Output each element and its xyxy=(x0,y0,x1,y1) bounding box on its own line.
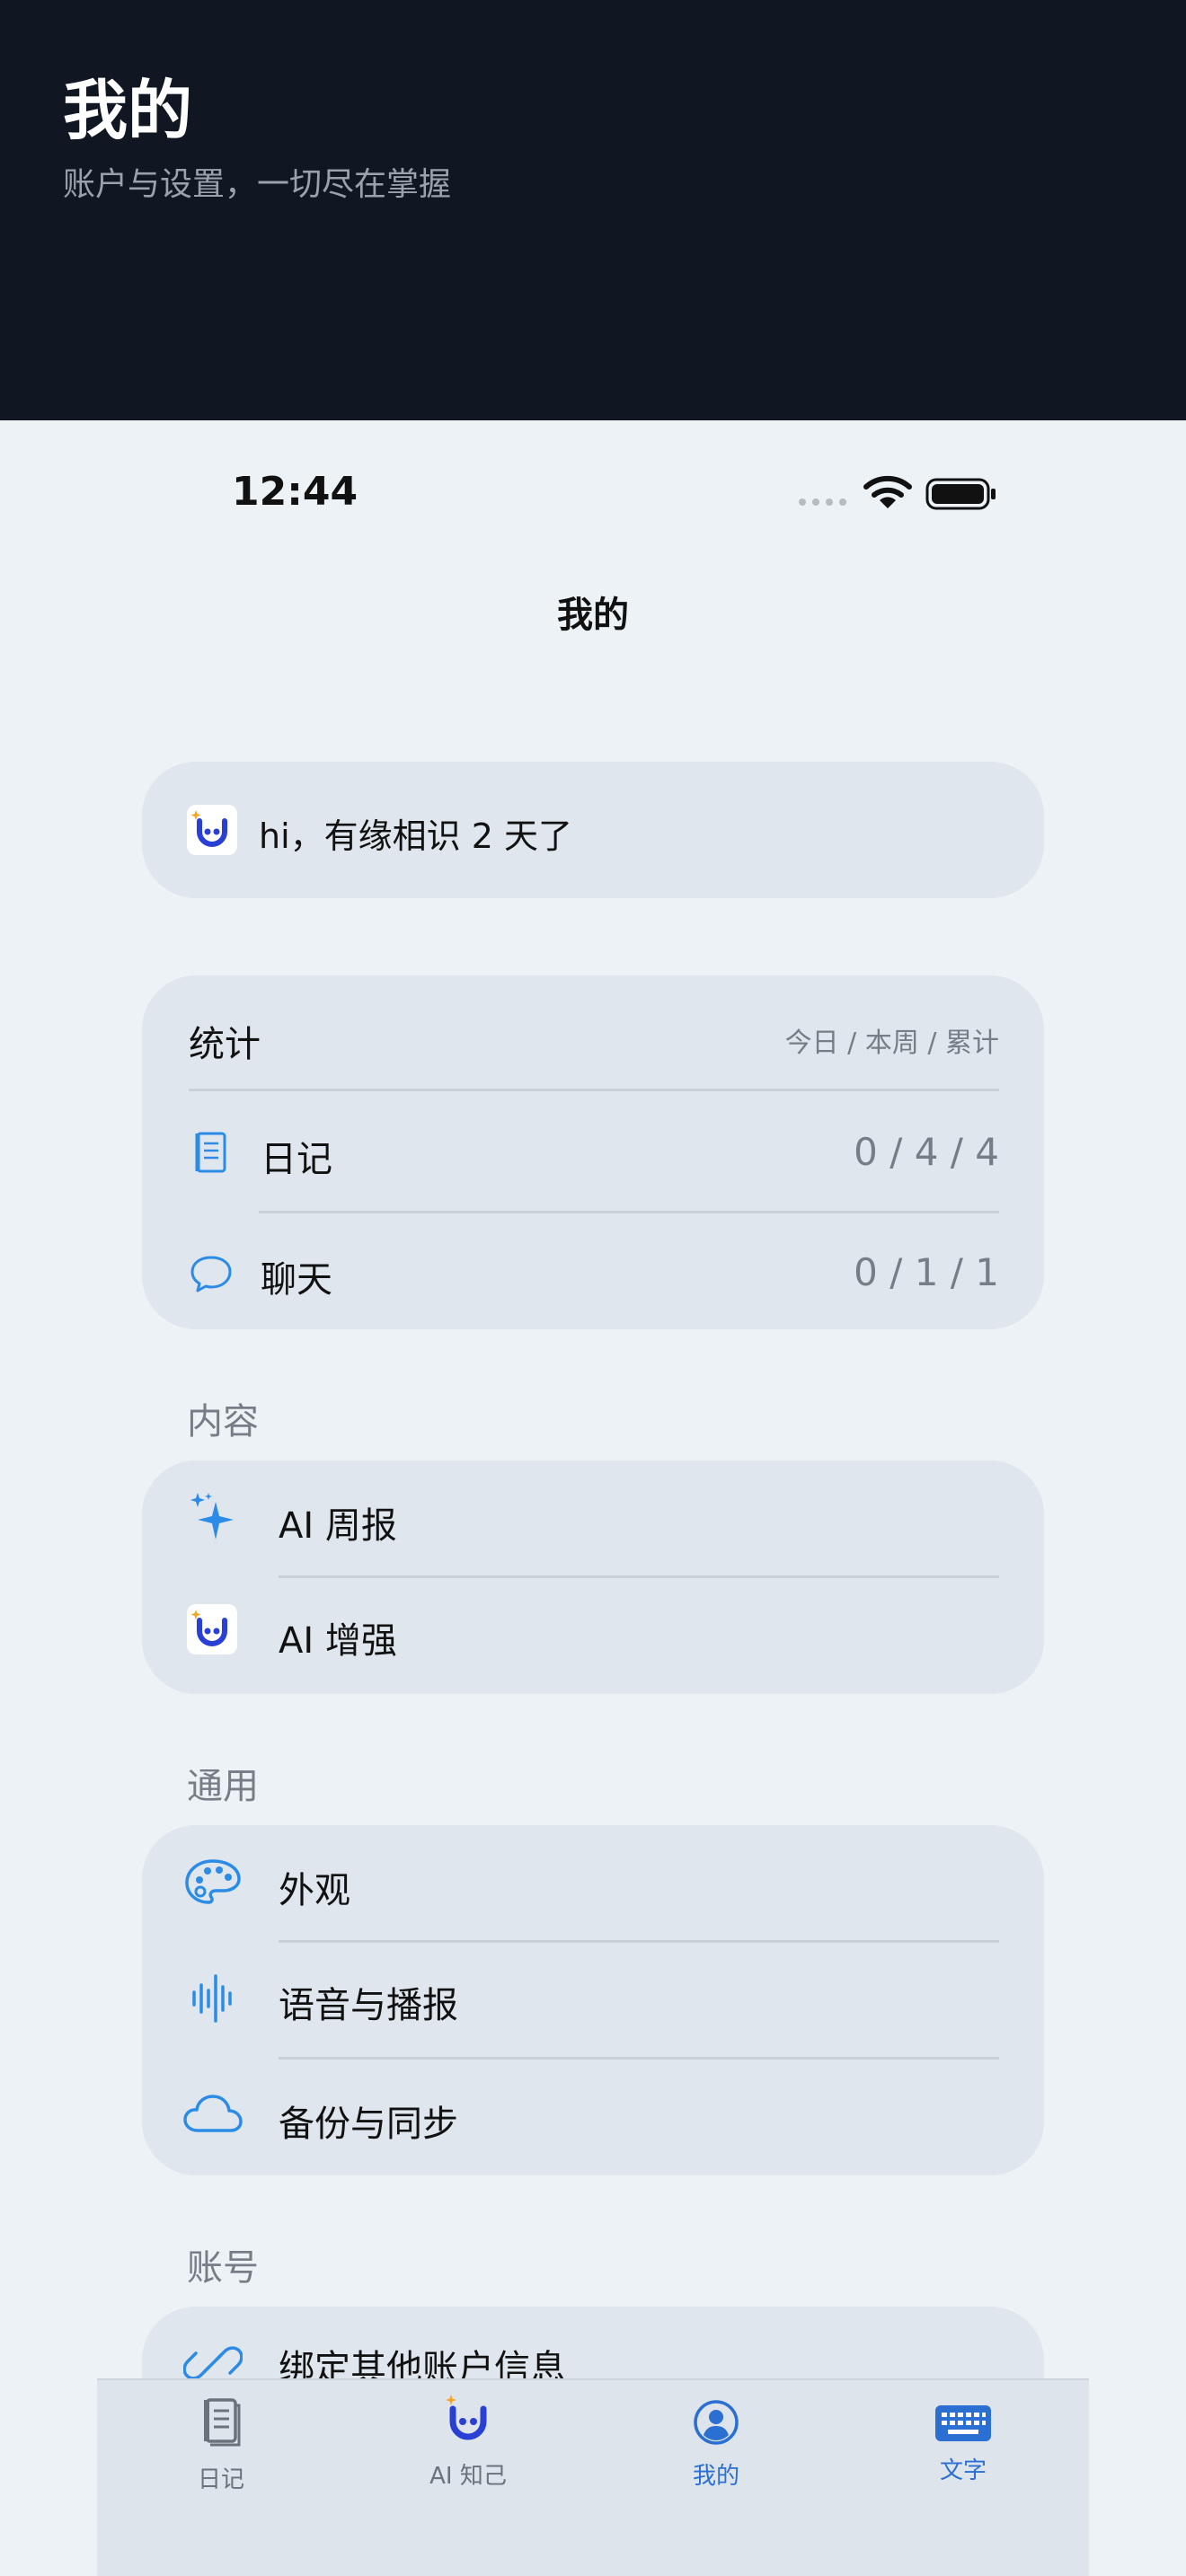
tab-ai-friend[interactable]: AI 知己 xyxy=(378,2380,558,2515)
sparkle-icon xyxy=(190,1493,234,1539)
list-item-appearance[interactable]: 外观 xyxy=(142,1825,1044,1940)
wifi-icon xyxy=(863,475,912,508)
item-label: 备份与同步 xyxy=(279,2104,458,2145)
content-card: AI 周报 AI 增强 xyxy=(142,1460,1044,1694)
tab-mine[interactable]: 我的 xyxy=(626,2380,806,2515)
stats-title: 统计 xyxy=(189,1024,261,1065)
chat-bubble-icon xyxy=(190,1256,232,1292)
item-label: AI 增强 xyxy=(279,1620,397,1662)
stat-label-chat: 聊天 xyxy=(261,1259,332,1301)
keyboard-icon xyxy=(935,2405,991,2441)
smiley-logo-icon xyxy=(187,1604,237,1654)
waveform-icon xyxy=(192,1974,232,2023)
stat-value-chat: 0 / 1 / 1 xyxy=(854,1250,999,1294)
notebook-icon xyxy=(195,1132,226,1173)
hero-subtitle: 账户与设置，一切尽在掌握 xyxy=(63,166,452,203)
signal-dots-icon xyxy=(799,498,846,506)
tab-label: AI 知己 xyxy=(429,2463,507,2490)
greeting-card: hi，有缘相识 2 天了 xyxy=(142,762,1044,898)
notebook-icon xyxy=(204,2398,241,2447)
tab-bar: 日记 AI 知己 我的 文字 xyxy=(97,2378,1089,2576)
cloud-icon xyxy=(183,2095,243,2132)
hero-header: 我的 账户与设置，一切尽在掌握 xyxy=(0,0,1186,420)
divider xyxy=(259,1211,999,1213)
list-item-ai-weekly[interactable]: AI 周报 xyxy=(142,1460,1044,1575)
battery-icon xyxy=(925,478,996,510)
divider xyxy=(189,1089,999,1091)
item-label: AI 周报 xyxy=(279,1505,397,1547)
item-label: 语音与播报 xyxy=(279,1985,458,2026)
person-circle-icon xyxy=(694,2400,739,2445)
tab-label: 文字 xyxy=(939,2457,987,2484)
stats-period-labels: 今日 / 本周 / 累计 xyxy=(784,1028,999,1059)
palette-icon xyxy=(185,1859,241,1904)
list-item-ai-enhance[interactable]: AI 增强 xyxy=(142,1577,1044,1694)
general-card: 外观 语音与播报 备份与同步 xyxy=(142,1825,1044,2175)
tab-label: 我的 xyxy=(692,2463,739,2490)
hero-title: 我的 xyxy=(63,73,193,148)
item-label: 外观 xyxy=(279,1870,350,1911)
tab-text[interactable]: 文字 xyxy=(873,2380,1053,2515)
section-title-content: 内容 xyxy=(187,1401,259,1442)
smiley-logo-icon xyxy=(187,805,237,855)
status-time: 12:44 xyxy=(232,469,358,515)
stat-label-diary: 日记 xyxy=(261,1139,332,1180)
list-item-voice[interactable]: 语音与播报 xyxy=(142,1942,1044,2057)
stat-value-diary: 0 / 4 / 4 xyxy=(854,1130,999,1174)
tab-label: 日记 xyxy=(197,2466,244,2493)
greeting-text: hi，有缘相识 2 天了 xyxy=(259,816,572,856)
stats-card: 统计 今日 / 本周 / 累计 日记 0 / 4 / 4 聊天 0 / 1 / … xyxy=(142,975,1044,1329)
page-title: 我的 xyxy=(557,595,629,636)
smiley-logo-icon xyxy=(446,2395,487,2440)
section-title-general: 通用 xyxy=(187,1766,259,1807)
section-title-account: 账号 xyxy=(187,2247,259,2289)
list-item-backup[interactable]: 备份与同步 xyxy=(142,2059,1044,2175)
tab-diary[interactable]: 日记 xyxy=(131,2380,311,2515)
